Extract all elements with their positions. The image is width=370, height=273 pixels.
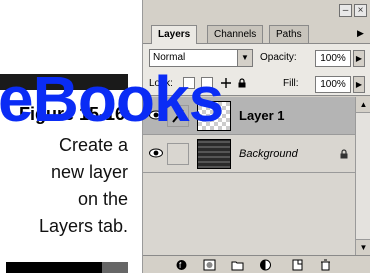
- layer-list-scrollbar[interactable]: ▲ ▼: [355, 97, 370, 255]
- new-set-icon[interactable]: [231, 259, 244, 271]
- layer-name: Layer 1: [239, 108, 285, 123]
- ebooks-watermark: eBooks: [0, 66, 225, 146]
- minimize-button[interactable]: –: [339, 4, 352, 17]
- new-layer-icon[interactable]: [291, 259, 304, 271]
- scroll-down-icon[interactable]: ▼: [356, 239, 370, 255]
- caption-line: on the: [77, 189, 128, 209]
- opacity-label: Opacity:: [260, 52, 297, 63]
- palette-titlebar: – ×: [143, 0, 370, 22]
- lock-icon: [340, 149, 348, 159]
- figure-caption: Create a new layer on the Layers tab.: [6, 132, 128, 240]
- tab-paths[interactable]: Paths: [269, 25, 309, 43]
- close-button[interactable]: ×: [354, 4, 367, 17]
- trash-icon[interactable]: [319, 259, 332, 271]
- palette-menu-arrow-icon[interactable]: ▶: [357, 28, 364, 39]
- add-mask-icon[interactable]: [203, 259, 216, 271]
- palette-tabs: Layers Channels Paths ▶: [151, 25, 367, 44]
- layer-name: Background: [239, 148, 298, 160]
- layer-link-cell[interactable]: [167, 143, 189, 165]
- fill-label: Fill:: [283, 78, 299, 89]
- caption-line: new layer: [50, 162, 128, 182]
- scroll-up-icon[interactable]: ▲: [356, 97, 370, 113]
- eye-icon[interactable]: [149, 148, 163, 158]
- caption-line: Layers tab.: [38, 216, 128, 236]
- lock-icon[interactable]: [237, 78, 247, 88]
- adjustment-layer-icon[interactable]: [259, 259, 272, 271]
- opacity-field[interactable]: 100%: [315, 50, 351, 67]
- fill-field[interactable]: 100%: [315, 76, 351, 93]
- chevron-down-icon[interactable]: ▼: [237, 50, 252, 66]
- palette-bottom-toolbar: f: [143, 255, 370, 273]
- blend-mode-value: Normal: [153, 52, 186, 63]
- watermark-text: eBooks: [0, 63, 224, 135]
- layer-style-icon[interactable]: f: [175, 259, 188, 271]
- tab-channels[interactable]: Channels: [207, 25, 264, 43]
- caption-bottom-bar: [6, 262, 128, 273]
- tab-layers[interactable]: Layers: [151, 25, 198, 44]
- fill-slider-arrow-icon[interactable]: ▶: [353, 76, 365, 93]
- opacity-slider-arrow-icon[interactable]: ▶: [353, 50, 365, 67]
